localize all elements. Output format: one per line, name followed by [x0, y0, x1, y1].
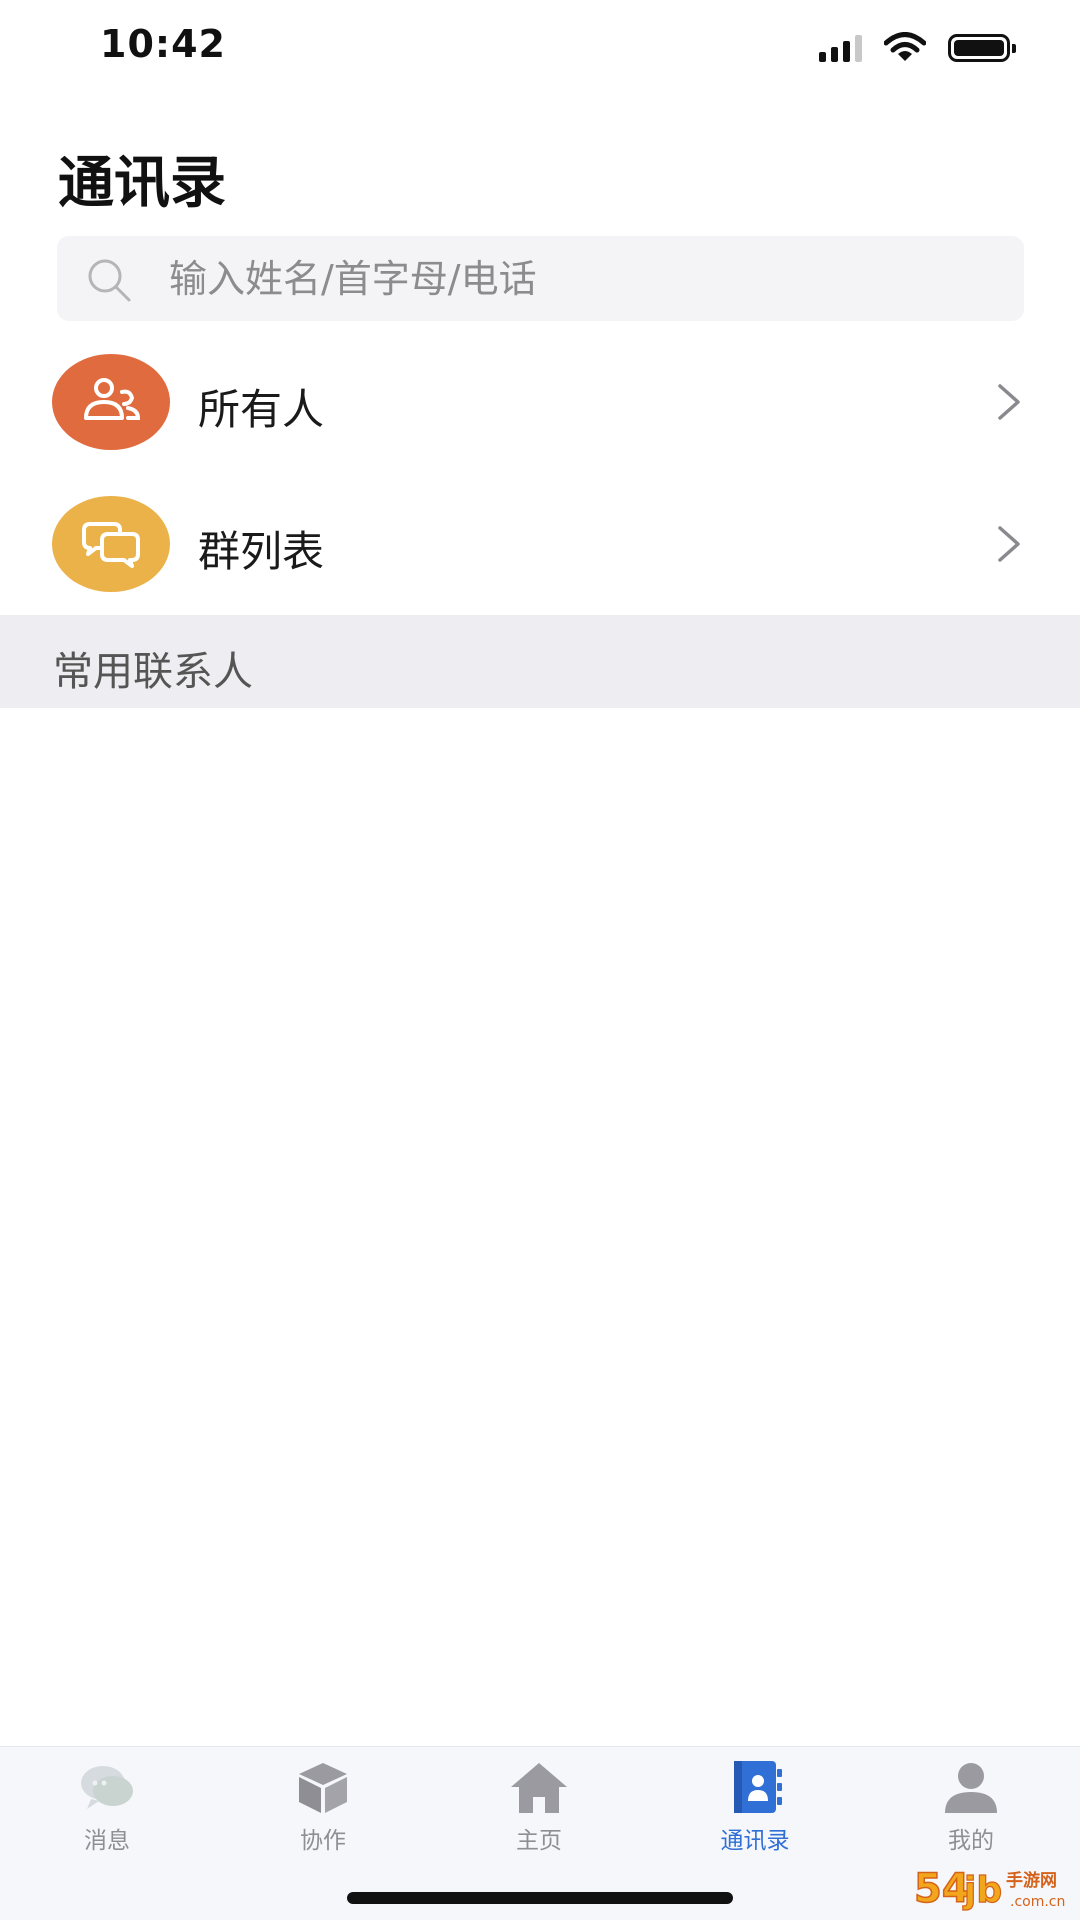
status-icons — [819, 32, 1016, 64]
battery-icon — [948, 34, 1016, 62]
watermark-logo: 54 jb 手游网 .com.cn — [914, 1865, 1065, 1913]
chat-bubbles-icon — [52, 496, 170, 592]
tab-messages[interactable]: 消息 — [27, 1759, 187, 1869]
menu-item-all-people[interactable]: 所有人 — [0, 332, 1080, 472]
tab-label: 协作 — [300, 1828, 346, 1854]
page-title: 通讯录 — [58, 151, 226, 216]
home-icon — [511, 1763, 567, 1813]
people-icon — [52, 354, 170, 450]
home-indicator — [347, 1892, 733, 1904]
tab-home[interactable]: 主页 — [459, 1759, 619, 1869]
tab-label: 我的 — [948, 1828, 994, 1854]
person-icon — [945, 1763, 997, 1813]
menu-item-label: 群列表 — [198, 527, 325, 576]
svg-text:54: 54 — [914, 1866, 970, 1912]
svg-text:.com.cn: .com.cn — [1010, 1894, 1065, 1910]
search-input[interactable] — [169, 236, 989, 321]
message-icon — [81, 1766, 133, 1809]
status-time: 10:42 — [100, 22, 226, 66]
chevron-right-icon — [998, 384, 1020, 420]
tab-label: 消息 — [84, 1828, 130, 1854]
tab-label: 通讯录 — [720, 1828, 790, 1854]
wifi-icon — [884, 32, 926, 61]
search-icon — [88, 259, 131, 302]
tab-contacts[interactable]: 通讯录 — [675, 1759, 835, 1869]
search-bar[interactable] — [57, 236, 1024, 321]
tab-label: 主页 — [516, 1828, 562, 1854]
contacts-screen: 10:42 通讯录 输入姓名/首字母/电话 所有人 群列表 常用联系人 消息 协… — [0, 0, 1080, 1920]
status-bar: 10:42 — [0, 0, 1080, 100]
tab-mine[interactable]: 我的 — [891, 1759, 1051, 1869]
frequent-contacts-header: 常用联系人 — [0, 615, 1080, 708]
cube-icon — [299, 1763, 347, 1813]
section-header-label: 常用联系人 — [53, 649, 253, 695]
chevron-right-icon — [998, 526, 1020, 562]
signal-icon — [819, 34, 862, 62]
menu-item-label: 所有人 — [198, 385, 325, 434]
svg-text:jb: jb — [962, 1870, 1002, 1911]
menu-item-group-list[interactable]: 群列表 — [0, 474, 1080, 614]
contacts-book-icon — [734, 1761, 782, 1813]
tab-collaboration[interactable]: 协作 — [243, 1759, 403, 1869]
svg-text:手游网: 手游网 — [1006, 1870, 1057, 1891]
